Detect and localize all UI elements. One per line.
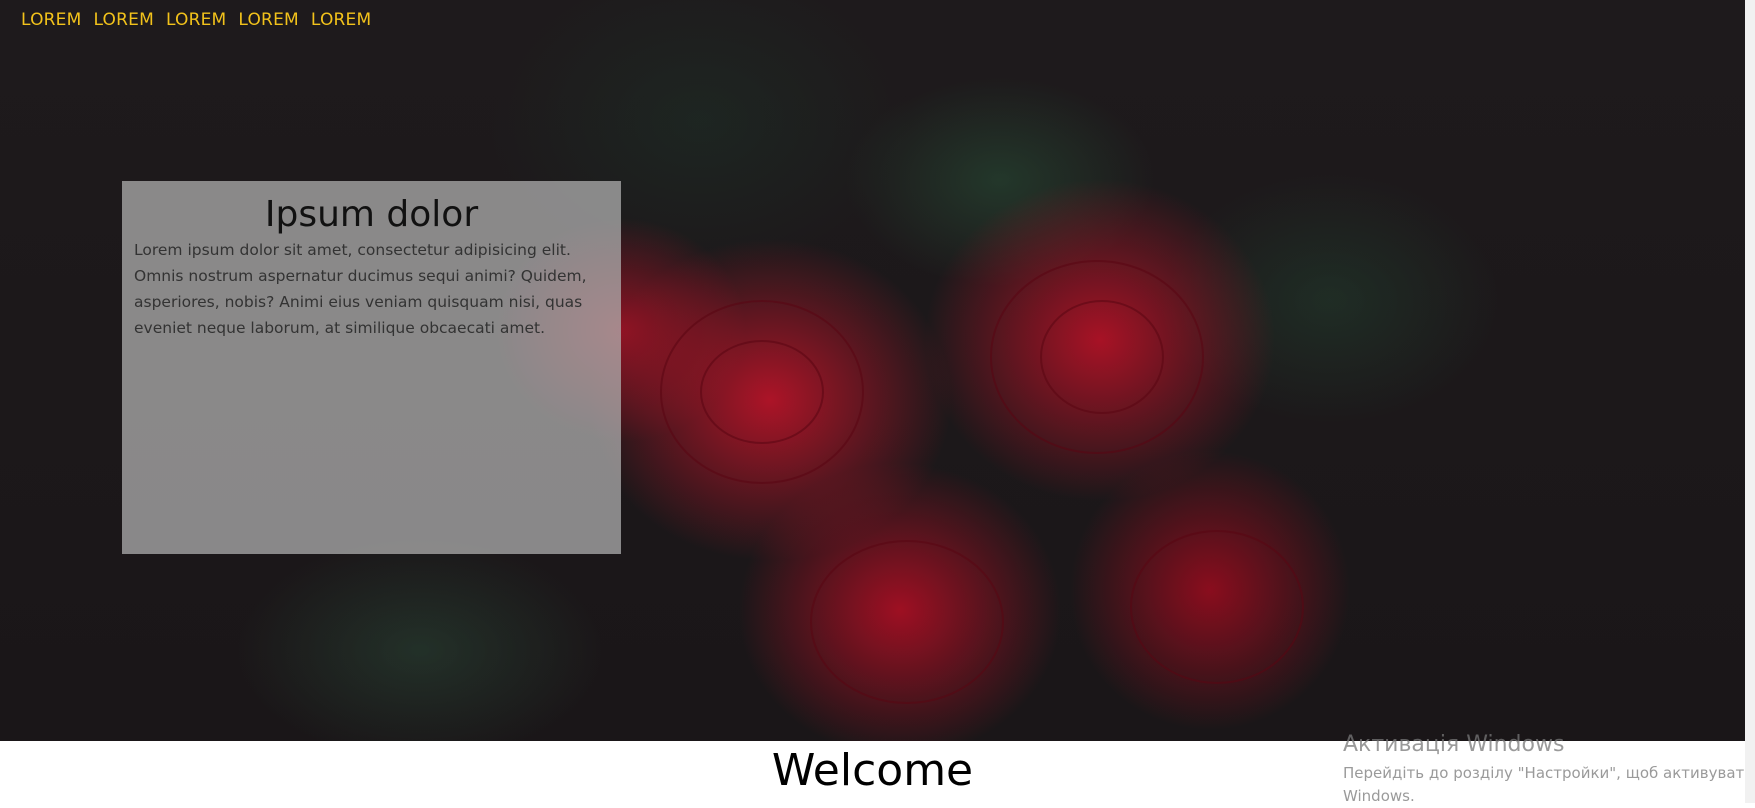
windows-activation-line2: Windows. bbox=[1343, 787, 1415, 805]
nav-link-4[interactable]: LOREM bbox=[238, 10, 298, 30]
page-scrollbar[interactable] bbox=[1745, 0, 1755, 803]
nav-link-5[interactable]: LOREM bbox=[311, 10, 371, 30]
nav-link-3[interactable]: LOREM bbox=[166, 10, 226, 30]
rose-petal-outline bbox=[1040, 300, 1164, 414]
rose-petal-outline bbox=[660, 300, 864, 484]
intro-card: Ipsum dolor Lorem ipsum dolor sit amet, … bbox=[122, 181, 621, 554]
windows-activation-line1: Перейдіть до розділу "Настройки", щоб ак… bbox=[1343, 764, 1745, 782]
rose-petal-outline bbox=[1130, 530, 1304, 684]
rose-petal-outline bbox=[700, 340, 824, 444]
windows-activation-title: Активація Windows bbox=[1343, 732, 1565, 757]
windows-activation-watermark: Активація Windows Перейдіть до розділу "… bbox=[1343, 728, 1755, 808]
nav-link-2[interactable]: LOREM bbox=[93, 10, 153, 30]
hero-banner: LOREM LOREM LOREM LOREM LOREM Ipsum dolo… bbox=[0, 0, 1745, 741]
card-title: Ipsum dolor bbox=[264, 194, 479, 235]
rose-petal-outline bbox=[990, 260, 1204, 454]
nav-link-1[interactable]: LOREM bbox=[21, 10, 81, 30]
rose-petal-outline bbox=[810, 540, 1004, 704]
card-body: Lorem ipsum dolor sit amet, consectetur … bbox=[134, 241, 587, 337]
top-nav: LOREM LOREM LOREM LOREM LOREM bbox=[21, 10, 371, 30]
